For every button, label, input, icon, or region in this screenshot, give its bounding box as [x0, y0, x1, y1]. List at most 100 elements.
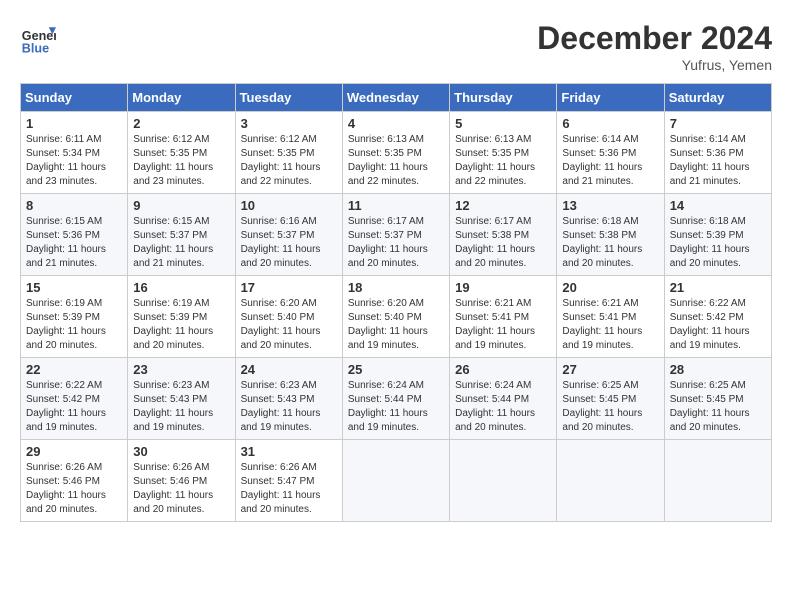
- page-header: General Blue December 2024 Yufrus, Yemen: [20, 20, 772, 73]
- day-detail: Sunrise: 6:17 AMSunset: 5:38 PMDaylight:…: [455, 215, 551, 271]
- day-detail: Sunrise: 6:13 AMSunset: 5:35 PMDaylight:…: [348, 133, 444, 189]
- title-block: December 2024 Yufrus, Yemen: [537, 20, 772, 73]
- calendar-day: 29Sunrise: 6:26 AMSunset: 5:46 PMDayligh…: [21, 440, 128, 522]
- calendar-day: 8 Sunrise: 6:15 AMSunset: 5:36 PMDaylight…: [21, 194, 128, 276]
- calendar-day: [342, 440, 449, 522]
- day-number: 28: [670, 362, 766, 377]
- day-number: 22: [26, 362, 122, 377]
- day-detail: Sunrise: 6:15 AMSunset: 5:36 PMDaylight:…: [26, 215, 122, 271]
- day-detail: Sunrise: 6:26 AMSunset: 5:46 PMDaylight:…: [133, 461, 229, 517]
- day-detail: Sunrise: 6:22 AMSunset: 5:42 PMDaylight:…: [26, 379, 122, 435]
- day-number: 11: [348, 198, 444, 213]
- calendar-day: [450, 440, 557, 522]
- logo-icon: General Blue: [20, 20, 56, 56]
- calendar-day: 20Sunrise: 6:21 AMSunset: 5:41 PMDayligh…: [557, 276, 664, 358]
- calendar-week-row: 29Sunrise: 6:26 AMSunset: 5:46 PMDayligh…: [21, 440, 772, 522]
- day-number: 7: [670, 116, 766, 131]
- calendar-day: 5Sunrise: 6:13 AMSunset: 5:35 PMDaylight…: [450, 112, 557, 194]
- day-number: 4: [348, 116, 444, 131]
- calendar-day: 31Sunrise: 6:26 AMSunset: 5:47 PMDayligh…: [235, 440, 342, 522]
- calendar-day: 26 Sunrise: 6:24 AMSunset: 5:44 PMDayligh…: [450, 358, 557, 440]
- calendar-day: 21 Sunrise: 6:22 AMSunset: 5:42 PMDayligh…: [664, 276, 771, 358]
- day-number: 14: [670, 198, 766, 213]
- calendar-day: 1 Sunrise: 6:11 AMSunset: 5:34 PMDaylight…: [21, 112, 128, 194]
- calendar-week-row: 15Sunrise: 6:19 AMSunset: 5:39 PMDayligh…: [21, 276, 772, 358]
- day-number: 26: [455, 362, 551, 377]
- weekday-header-sunday: Sunday: [21, 84, 128, 112]
- day-detail: Sunrise: 6:12 AMSunset: 5:35 PMDaylight:…: [241, 133, 337, 189]
- calendar-day: 6Sunrise: 6:14 AMSunset: 5:36 PMDaylight…: [557, 112, 664, 194]
- calendar-day: 9 Sunrise: 6:15 AMSunset: 5:37 PMDaylight…: [128, 194, 235, 276]
- day-number: 21: [670, 280, 766, 295]
- calendar-day: 11 Sunrise: 6:17 AMSunset: 5:37 PMDayligh…: [342, 194, 449, 276]
- day-detail: Sunrise: 6:23 AMSunset: 5:43 PMDaylight:…: [133, 379, 229, 435]
- calendar-day: 10 Sunrise: 6:16 AMSunset: 5:37 PMDayligh…: [235, 194, 342, 276]
- day-detail: Sunrise: 6:14 AMSunset: 5:36 PMDaylight:…: [562, 133, 658, 189]
- day-detail: Sunrise: 6:11 AMSunset: 5:34 PMDaylight:…: [26, 133, 122, 189]
- day-number: 13: [562, 198, 658, 213]
- day-number: 8: [26, 198, 122, 213]
- day-detail: Sunrise: 6:12 AMSunset: 5:35 PMDaylight:…: [133, 133, 229, 189]
- day-number: 1: [26, 116, 122, 131]
- calendar-day: 2 Sunrise: 6:12 AMSunset: 5:35 PMDaylight…: [128, 112, 235, 194]
- day-detail: Sunrise: 6:26 AMSunset: 5:46 PMDaylight:…: [26, 461, 122, 517]
- calendar-day: 17 Sunrise: 6:20 AMSunset: 5:40 PMDayligh…: [235, 276, 342, 358]
- calendar-day: 12 Sunrise: 6:17 AMSunset: 5:38 PMDayligh…: [450, 194, 557, 276]
- weekday-header-tuesday: Tuesday: [235, 84, 342, 112]
- day-detail: Sunrise: 6:19 AMSunset: 5:39 PMDaylight:…: [26, 297, 122, 353]
- calendar-day: 14 Sunrise: 6:18 AMSunset: 5:39 PMDayligh…: [664, 194, 771, 276]
- calendar-week-row: 1 Sunrise: 6:11 AMSunset: 5:34 PMDaylight…: [21, 112, 772, 194]
- day-number: 17: [241, 280, 337, 295]
- day-detail: Sunrise: 6:21 AMSunset: 5:41 PMDaylight:…: [562, 297, 658, 353]
- day-number: 31: [241, 444, 337, 459]
- day-number: 10: [241, 198, 337, 213]
- calendar-day: 27 Sunrise: 6:25 AMSunset: 5:45 PMDayligh…: [557, 358, 664, 440]
- calendar-day: 30 Sunrise: 6:26 AMSunset: 5:46 PMDayligh…: [128, 440, 235, 522]
- calendar-day: [664, 440, 771, 522]
- calendar-day: 4 Sunrise: 6:13 AMSunset: 5:35 PMDaylight…: [342, 112, 449, 194]
- svg-text:Blue: Blue: [22, 41, 49, 55]
- day-number: 12: [455, 198, 551, 213]
- calendar-day: 13Sunrise: 6:18 AMSunset: 5:38 PMDayligh…: [557, 194, 664, 276]
- day-number: 25: [348, 362, 444, 377]
- calendar-week-row: 8 Sunrise: 6:15 AMSunset: 5:36 PMDaylight…: [21, 194, 772, 276]
- day-number: 27: [562, 362, 658, 377]
- day-detail: Sunrise: 6:16 AMSunset: 5:37 PMDaylight:…: [241, 215, 337, 271]
- day-number: 16: [133, 280, 229, 295]
- weekday-header-friday: Friday: [557, 84, 664, 112]
- day-detail: Sunrise: 6:20 AMSunset: 5:40 PMDaylight:…: [241, 297, 337, 353]
- logo: General Blue: [20, 20, 56, 56]
- calendar-day: 28Sunrise: 6:25 AMSunset: 5:45 PMDayligh…: [664, 358, 771, 440]
- calendar-day: 23Sunrise: 6:23 AMSunset: 5:43 PMDayligh…: [128, 358, 235, 440]
- calendar-day: 18 Sunrise: 6:20 AMSunset: 5:40 PMDayligh…: [342, 276, 449, 358]
- day-detail: Sunrise: 6:17 AMSunset: 5:37 PMDaylight:…: [348, 215, 444, 271]
- day-detail: Sunrise: 6:24 AMSunset: 5:44 PMDaylight:…: [455, 379, 551, 435]
- day-detail: Sunrise: 6:15 AMSunset: 5:37 PMDaylight:…: [133, 215, 229, 271]
- calendar-table: SundayMondayTuesdayWednesdayThursdayFrid…: [20, 83, 772, 522]
- calendar-day: 3Sunrise: 6:12 AMSunset: 5:35 PMDaylight…: [235, 112, 342, 194]
- day-detail: Sunrise: 6:14 AMSunset: 5:36 PMDaylight:…: [670, 133, 766, 189]
- day-number: 5: [455, 116, 551, 131]
- calendar-week-row: 22 Sunrise: 6:22 AMSunset: 5:42 PMDayligh…: [21, 358, 772, 440]
- day-detail: Sunrise: 6:24 AMSunset: 5:44 PMDaylight:…: [348, 379, 444, 435]
- day-detail: Sunrise: 6:21 AMSunset: 5:41 PMDaylight:…: [455, 297, 551, 353]
- day-detail: Sunrise: 6:19 AMSunset: 5:39 PMDaylight:…: [133, 297, 229, 353]
- calendar-day: 19Sunrise: 6:21 AMSunset: 5:41 PMDayligh…: [450, 276, 557, 358]
- day-number: 2: [133, 116, 229, 131]
- calendar-day: 7 Sunrise: 6:14 AMSunset: 5:36 PMDaylight…: [664, 112, 771, 194]
- weekday-header-wednesday: Wednesday: [342, 84, 449, 112]
- weekday-header-thursday: Thursday: [450, 84, 557, 112]
- day-detail: Sunrise: 6:20 AMSunset: 5:40 PMDaylight:…: [348, 297, 444, 353]
- day-number: 9: [133, 198, 229, 213]
- weekday-header-saturday: Saturday: [664, 84, 771, 112]
- day-number: 30: [133, 444, 229, 459]
- calendar-day: 16 Sunrise: 6:19 AMSunset: 5:39 PMDayligh…: [128, 276, 235, 358]
- calendar-day: 22 Sunrise: 6:22 AMSunset: 5:42 PMDayligh…: [21, 358, 128, 440]
- weekday-header-monday: Monday: [128, 84, 235, 112]
- day-detail: Sunrise: 6:18 AMSunset: 5:39 PMDaylight:…: [670, 215, 766, 271]
- day-detail: Sunrise: 6:25 AMSunset: 5:45 PMDaylight:…: [562, 379, 658, 435]
- day-detail: Sunrise: 6:22 AMSunset: 5:42 PMDaylight:…: [670, 297, 766, 353]
- day-number: 18: [348, 280, 444, 295]
- day-detail: Sunrise: 6:23 AMSunset: 5:43 PMDaylight:…: [241, 379, 337, 435]
- calendar-day: 15Sunrise: 6:19 AMSunset: 5:39 PMDayligh…: [21, 276, 128, 358]
